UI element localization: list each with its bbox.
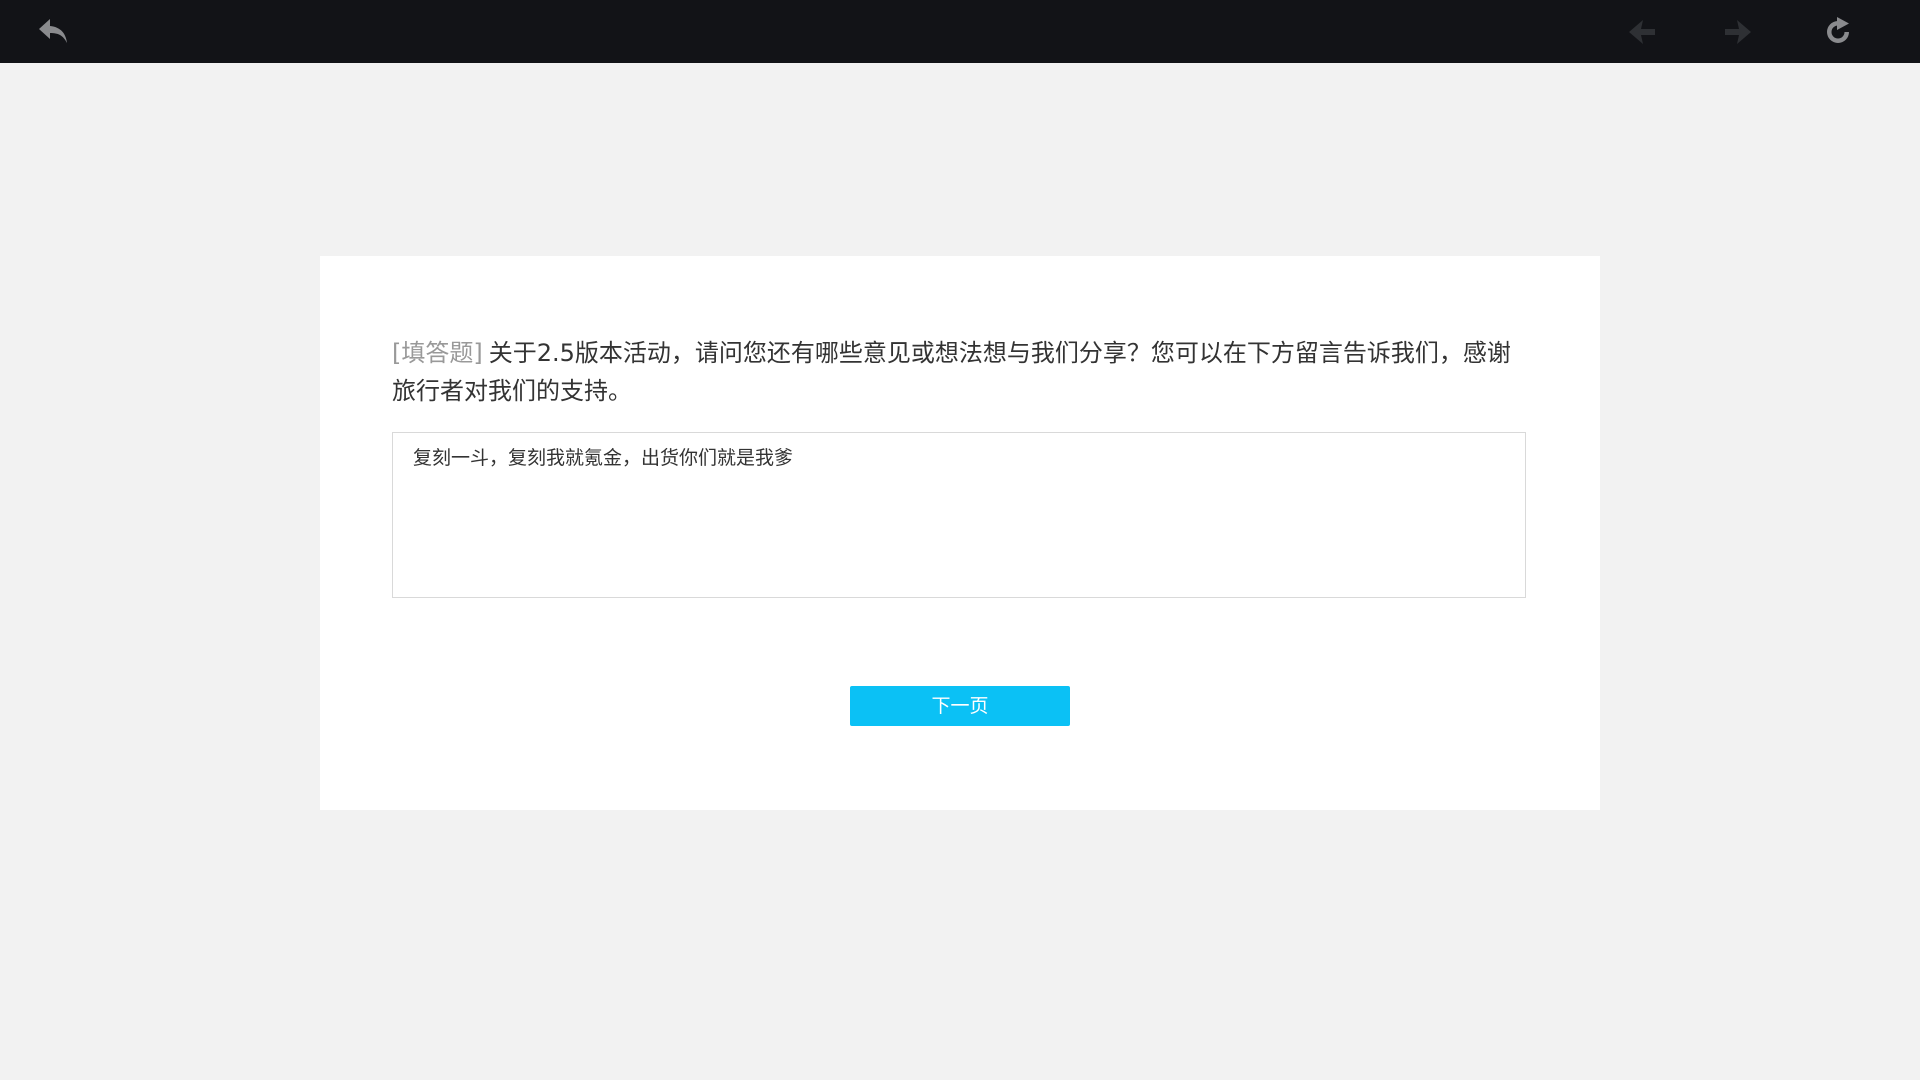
prev-page-button[interactable] <box>1610 0 1674 63</box>
back-button[interactable] <box>22 0 86 63</box>
next-page-button[interactable]: 下一页 <box>850 686 1070 726</box>
undo-arrow-icon <box>36 16 72 48</box>
arrow-left-icon <box>1627 17 1657 47</box>
refresh-icon <box>1822 16 1854 48</box>
question-card: [填答题] 关于2.5版本活动，请问您还有哪些意见或想法想与我们分享？您可以在下方… <box>320 256 1600 810</box>
next-page-nav-button[interactable] <box>1706 0 1770 63</box>
answer-textarea[interactable]: 复刻一斗，复刻我就氪金，出货你们就是我爹 <box>392 432 1526 598</box>
arrow-right-icon <box>1723 17 1753 47</box>
survey-page: [填答题] 关于2.5版本活动，请问您还有哪些意见或想法想与我们分享？您可以在下方… <box>0 63 1920 1080</box>
top-toolbar <box>0 0 1920 63</box>
question-text-block: [填答题] 关于2.5版本活动，请问您还有哪些意见或想法想与我们分享？您可以在下方… <box>392 334 1512 410</box>
question-text: 关于2.5版本活动，请问您还有哪些意见或想法想与我们分享？您可以在下方留言告诉我… <box>392 339 1511 405</box>
refresh-button[interactable] <box>1806 0 1870 63</box>
question-type-tag: [填答题] <box>392 339 483 367</box>
